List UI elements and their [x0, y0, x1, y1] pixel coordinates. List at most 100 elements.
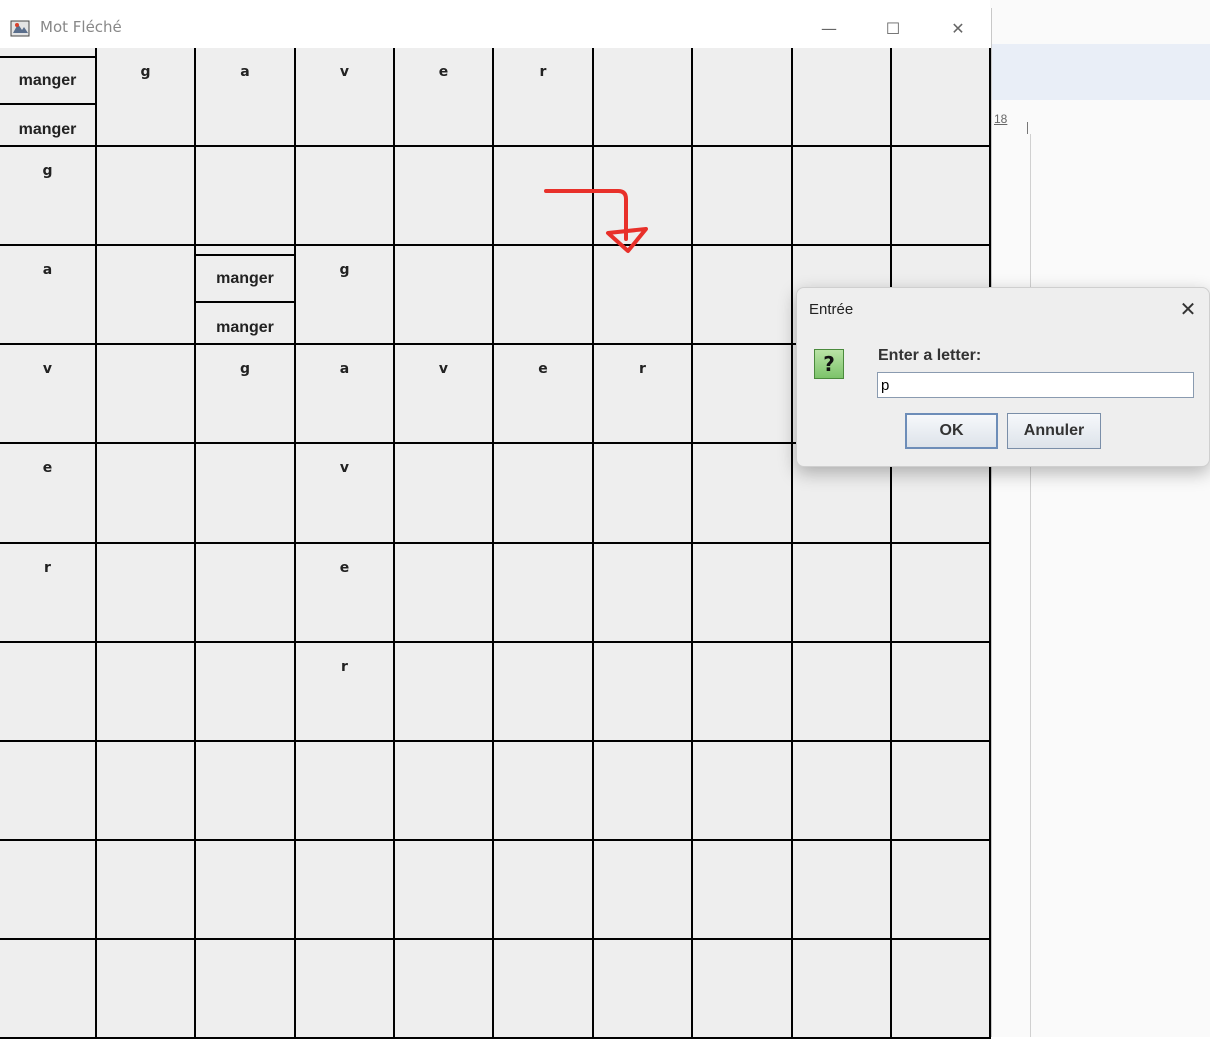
letter-input[interactable] — [877, 372, 1194, 398]
maximize-button[interactable]: ☐ — [870, 8, 916, 48]
grid-cell[interactable] — [494, 940, 594, 1039]
cancel-button[interactable]: Annuler — [1007, 413, 1101, 449]
grid-cell[interactable]: v — [395, 345, 494, 444]
grid-cell[interactable] — [594, 940, 693, 1039]
grid-cell[interactable] — [793, 742, 892, 841]
grid-cell[interactable] — [693, 444, 793, 544]
grid-cell[interactable] — [494, 841, 594, 940]
grid-cell[interactable]: e — [0, 444, 97, 544]
grid-cell[interactable]: a — [296, 345, 395, 444]
grid-cell[interactable] — [892, 742, 991, 841]
grid-cell[interactable] — [693, 345, 793, 444]
grid-cell[interactable] — [892, 48, 991, 147]
grid-cell[interactable] — [494, 544, 594, 643]
grid-cell[interactable]: g — [296, 246, 395, 345]
grid-cell[interactable] — [594, 643, 693, 742]
grid-cell[interactable] — [395, 544, 494, 643]
grid-cell[interactable] — [693, 544, 793, 643]
grid-cell[interactable] — [97, 147, 196, 246]
ruler-number: 18 — [994, 112, 1008, 126]
grid-cell[interactable] — [97, 444, 196, 544]
grid-cell[interactable] — [296, 841, 395, 940]
grid-cell[interactable] — [395, 147, 494, 246]
grid-cell[interactable]: e — [395, 48, 494, 147]
grid-cell[interactable] — [693, 147, 793, 246]
grid-cell[interactable] — [97, 742, 196, 841]
grid-cell[interactable]: a — [0, 246, 97, 345]
grid-cell[interactable] — [892, 940, 991, 1039]
grid-cell[interactable] — [793, 643, 892, 742]
grid-cell[interactable] — [892, 147, 991, 246]
grid-cell[interactable]: g — [0, 147, 97, 246]
minimize-button[interactable]: — — [806, 8, 852, 48]
clue-cell[interactable]: manger manger — [196, 246, 296, 353]
grid-cell[interactable] — [793, 940, 892, 1039]
grid-cell[interactable] — [395, 940, 494, 1039]
grid-cell[interactable]: r — [494, 48, 594, 147]
grid-cell[interactable] — [196, 544, 296, 643]
grid-cell[interactable]: v — [0, 345, 97, 444]
grid-cell[interactable] — [97, 841, 196, 940]
grid-cell[interactable] — [494, 742, 594, 841]
grid-cell[interactable]: r — [0, 544, 97, 643]
grid-cell[interactable] — [395, 841, 494, 940]
grid-cell[interactable] — [793, 544, 892, 643]
grid-cell[interactable] — [892, 841, 991, 940]
grid-cell[interactable] — [196, 147, 296, 246]
grid-cell[interactable] — [793, 147, 892, 246]
grid-cell[interactable] — [97, 345, 196, 444]
grid-cell[interactable]: v — [296, 48, 395, 147]
ok-button[interactable]: OK — [905, 413, 998, 449]
grid-cell[interactable] — [594, 444, 693, 544]
grid-cell[interactable] — [892, 544, 991, 643]
grid-cell[interactable] — [196, 742, 296, 841]
grid-cell[interactable] — [0, 841, 97, 940]
clue-cell[interactable]: manger manger — [0, 48, 97, 155]
grid-cell[interactable] — [296, 147, 395, 246]
grid-cell[interactable] — [693, 841, 793, 940]
grid-cell[interactable] — [97, 246, 196, 345]
grid-cell[interactable] — [0, 940, 97, 1039]
grid-cell[interactable] — [594, 742, 693, 841]
grid-cell[interactable] — [793, 48, 892, 147]
grid-cell[interactable] — [594, 841, 693, 940]
grid-cell[interactable]: g — [97, 48, 196, 147]
grid-cell[interactable] — [296, 940, 395, 1039]
grid-cell[interactable] — [196, 841, 296, 940]
grid-cell[interactable] — [395, 742, 494, 841]
grid-cell[interactable] — [594, 48, 693, 147]
grid-cell[interactable] — [494, 444, 594, 544]
grid-cell[interactable] — [693, 643, 793, 742]
grid-cell[interactable] — [693, 940, 793, 1039]
grid-cell[interactable] — [693, 246, 793, 345]
grid-cell[interactable]: e — [494, 345, 594, 444]
grid-cell[interactable] — [0, 742, 97, 841]
close-window-button[interactable]: ✕ — [935, 8, 981, 48]
dialog-close-icon[interactable]: ✕ — [1173, 294, 1203, 324]
grid-cell[interactable]: r — [296, 643, 395, 742]
input-dialog: Entrée ✕ ? Enter a letter: OK Annuler — [796, 287, 1210, 467]
grid-cell[interactable] — [97, 940, 196, 1039]
grid-cell[interactable]: g — [196, 345, 296, 444]
grid-cell[interactable]: e — [296, 544, 395, 643]
window-titlebar[interactable]: Mot Fléché — ☐ ✕ — [0, 8, 991, 48]
grid-cell[interactable]: r — [594, 345, 693, 444]
grid-cell[interactable] — [395, 643, 494, 742]
grid-cell[interactable] — [97, 544, 196, 643]
grid-cell[interactable]: a — [196, 48, 296, 147]
grid-cell[interactable] — [693, 48, 793, 147]
grid-cell[interactable] — [494, 643, 594, 742]
grid-cell[interactable] — [693, 742, 793, 841]
grid-cell[interactable] — [196, 940, 296, 1039]
grid-cell[interactable]: v — [296, 444, 395, 544]
grid-cell[interactable] — [395, 246, 494, 345]
grid-cell[interactable] — [296, 742, 395, 841]
grid-cell[interactable] — [196, 643, 296, 742]
grid-cell[interactable] — [0, 643, 97, 742]
grid-cell[interactable] — [892, 643, 991, 742]
grid-cell[interactable] — [395, 444, 494, 544]
grid-cell[interactable] — [594, 544, 693, 643]
grid-cell[interactable] — [196, 444, 296, 544]
grid-cell[interactable] — [793, 841, 892, 940]
grid-cell[interactable] — [97, 643, 196, 742]
